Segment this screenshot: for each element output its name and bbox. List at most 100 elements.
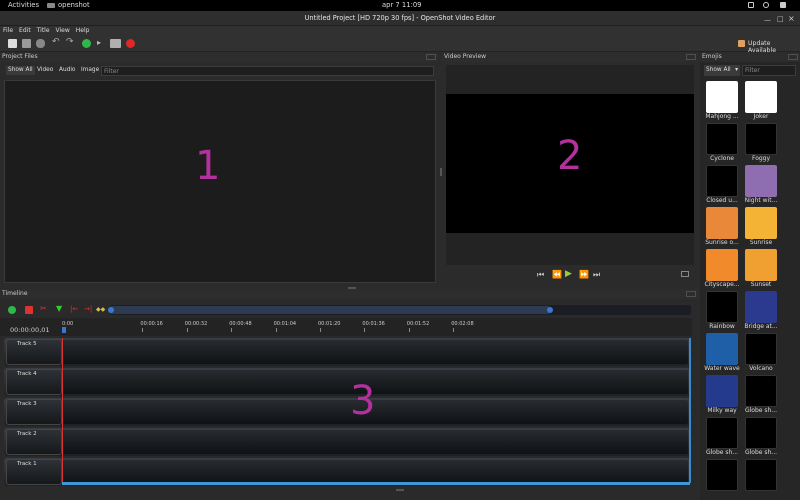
menu-title[interactable]: Title [34, 26, 53, 36]
ruler-label: 00:01:36 [362, 321, 385, 327]
track-header[interactable]: Track 1 [6, 459, 62, 485]
activities-button[interactable]: Activities [8, 1, 39, 9]
dock-buttons-icon[interactable] [426, 54, 436, 60]
clock[interactable]: apr 7 11:09 [382, 1, 422, 9]
zoom-handle[interactable] [108, 307, 114, 313]
undo-icon[interactable]: ↶ [52, 37, 61, 47]
track-header[interactable]: Track 4 [6, 369, 62, 395]
emoji-filter-input[interactable]: Filter [742, 65, 796, 76]
emoji-tile-icon[interactable] [706, 291, 738, 323]
emoji-tile-icon[interactable] [706, 165, 738, 197]
playhead-handle[interactable] [62, 327, 66, 333]
emoji-tile-icon[interactable] [745, 417, 777, 449]
tab-show-all[interactable]: Show All [6, 66, 35, 75]
emoji-tile-icon[interactable] [745, 333, 777, 365]
network-icon[interactable] [748, 2, 754, 8]
open-project-icon[interactable] [22, 39, 31, 48]
jump-end-icon[interactable]: ⏭ [593, 270, 600, 280]
record-icon[interactable] [126, 39, 135, 48]
track-lane[interactable] [62, 340, 688, 364]
rewind-icon[interactable]: ⏪ [552, 270, 562, 279]
project-files-list[interactable]: 1 [4, 80, 436, 283]
zoom-range[interactable] [110, 306, 550, 314]
maximize-icon[interactable]: □ [777, 12, 784, 27]
dock-buttons-icon[interactable] [686, 291, 696, 297]
splitter-handle[interactable] [396, 489, 404, 491]
emoji-tile-icon[interactable] [706, 81, 738, 113]
timeline-track[interactable]: Track 5 [4, 338, 690, 366]
snapshot-icon[interactable] [681, 271, 689, 277]
emoji-tile-icon[interactable] [706, 333, 738, 365]
track-header[interactable]: Track 3 [6, 399, 62, 425]
emoji-tile-icon[interactable] [706, 459, 738, 491]
timeline-horizontal-scrollbar[interactable] [62, 482, 690, 485]
emoji-tile-icon[interactable] [745, 375, 777, 407]
project-files-filter-input[interactable]: Filter [101, 66, 434, 76]
emoji-tile-icon[interactable] [706, 417, 738, 449]
add-track-icon[interactable] [8, 306, 16, 314]
zoom-scrollbar[interactable] [108, 305, 691, 315]
track-header[interactable]: Track 2 [6, 429, 62, 455]
snapping-icon[interactable] [25, 306, 33, 314]
add-marker-icon[interactable]: ▼ [56, 304, 64, 313]
track-lane[interactable] [62, 460, 688, 484]
previous-marker-icon[interactable]: |← [70, 305, 84, 313]
region-marker-1: 1 [195, 143, 221, 189]
emoji-tile-icon[interactable] [745, 459, 777, 491]
volume-icon[interactable] [763, 2, 769, 8]
window-title: Untitled Project [HD 720p 30 fps] - Open… [304, 14, 496, 22]
tab-image[interactable]: Image [81, 66, 99, 75]
ruler-tick [364, 328, 366, 332]
timeline-track[interactable]: Track 2 [4, 428, 690, 456]
emoji-label: Rainbow [709, 323, 735, 330]
ruler-tick [320, 328, 321, 332]
window-title-bar: Untitled Project [HD 720p 30 fps] - Open… [0, 11, 800, 26]
emoji-tile-icon[interactable] [706, 375, 738, 407]
emoji-tile-icon[interactable] [706, 123, 738, 155]
timeline-track[interactable]: Track 4 [4, 368, 690, 396]
menu-file[interactable]: File [0, 26, 16, 36]
dock-buttons-icon[interactable] [788, 54, 798, 60]
emoji-tile-icon[interactable] [745, 123, 777, 155]
close-icon[interactable]: × [788, 11, 795, 26]
emoji-tile-icon[interactable] [745, 81, 777, 113]
emoji-tile-icon[interactable] [706, 249, 738, 281]
emoji-tile-icon[interactable] [745, 165, 777, 197]
emoji-tile-icon[interactable] [706, 207, 738, 239]
jump-start-icon[interactable]: ⏮ [537, 270, 544, 280]
save-project-icon[interactable] [36, 39, 45, 48]
region-marker-2: 2 [557, 133, 583, 179]
app-menu[interactable]: openshot [58, 1, 90, 9]
emoji-tile-icon[interactable] [745, 291, 777, 323]
tab-video[interactable]: Video [37, 66, 53, 75]
power-icon[interactable] [780, 2, 786, 8]
menu-edit[interactable]: Edit [16, 26, 34, 36]
track-header[interactable]: Track 5 [6, 339, 62, 365]
splitter-handle[interactable] [348, 287, 356, 289]
timeline-ruler[interactable] [0, 318, 692, 336]
export-icon[interactable] [110, 39, 121, 48]
razor-icon[interactable]: ✂ [40, 304, 48, 313]
fast-forward-icon[interactable]: ⏩ [579, 270, 589, 279]
emoji-label: Sunrise [749, 239, 773, 246]
menu-bar: File Edit Title View Help [0, 26, 800, 36]
timeline-track[interactable]: Track 3 [4, 398, 690, 426]
tab-audio[interactable]: Audio [59, 66, 75, 75]
dock-buttons-icon[interactable] [686, 54, 696, 60]
menu-help[interactable]: Help [73, 26, 93, 36]
emoji-tile-icon[interactable] [745, 207, 777, 239]
ruler-label: 00:01:52 [406, 321, 430, 327]
new-project-icon[interactable] [8, 39, 17, 48]
preview-icon[interactable]: ▸ [97, 38, 106, 47]
play-icon[interactable]: ▶ [565, 269, 572, 279]
import-files-icon[interactable] [82, 39, 91, 48]
zoom-handle[interactable] [547, 307, 553, 313]
redo-icon[interactable]: ↷ [66, 37, 75, 47]
track-lane[interactable] [62, 430, 688, 454]
menu-view[interactable]: View [53, 26, 73, 36]
project-files-panel: Project Files Show All Video Audio Image… [0, 52, 438, 286]
project-files-toolbar: Show All Video Audio Image Filter [4, 65, 436, 76]
emoji-tile-icon[interactable] [745, 249, 777, 281]
emoji-label: Night wit... [744, 197, 778, 204]
emoji-category-select[interactable]: Show All ▾ [704, 65, 740, 76]
